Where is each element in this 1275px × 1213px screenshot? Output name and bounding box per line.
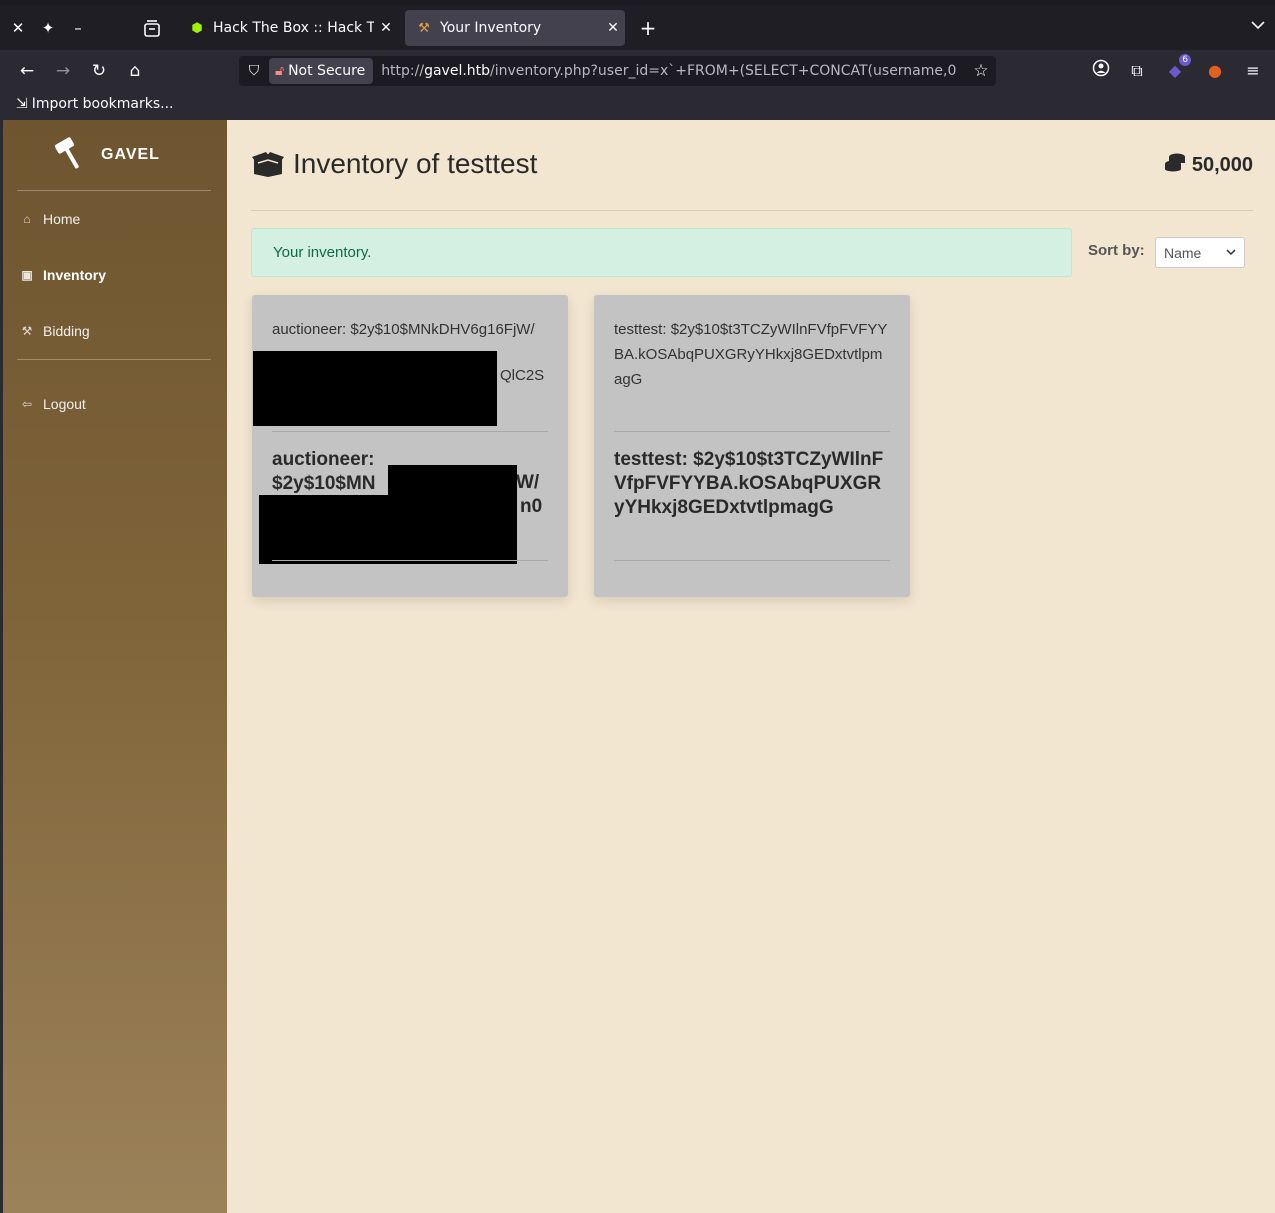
brand-name: GAVEL — [101, 146, 160, 163]
card-title-fragment: W/ — [516, 472, 540, 493]
extension-gem-icon[interactable]: ◆ 6 — [1163, 54, 1191, 83]
tab-hackthebox[interactable]: ⬢ Hack The Box :: Hack The Box ✕ — [178, 10, 398, 46]
inventory-alert: Your inventory. — [251, 228, 1072, 277]
sidebar: GAVEL ⌂ Home ▣ Inventory ⚒ Bidding ⇦ Log… — [3, 120, 227, 1213]
url-bar[interactable]: ⛉ 🔓︎ Not Secure http://gavel.htb/invento… — [239, 56, 996, 86]
card-description: auctioneer: $2y$10$MNkDHV6g16FjW/ — [272, 317, 548, 342]
brand[interactable]: GAVEL — [53, 136, 160, 174]
page-viewport: GAVEL ⌂ Home ▣ Inventory ⚒ Bidding ⇦ Log… — [3, 120, 1275, 1213]
close-window-icon[interactable]: ✕ — [7, 17, 29, 39]
site-security-button[interactable]: 🔓︎ Not Secure — [269, 58, 374, 84]
gavel-logo-icon — [54, 137, 79, 169]
broken-lock-icon: 🔓︎ — [275, 63, 285, 79]
card-divider — [272, 431, 548, 432]
home-icon[interactable]: ⌂ — [123, 59, 147, 83]
redaction-box — [253, 351, 497, 426]
sidebar-item-bidding[interactable]: ⚒ Bidding — [19, 323, 90, 339]
close-tab-icon[interactable]: ✕ — [374, 20, 398, 36]
gavel-icon: ⚒ — [21, 324, 33, 338]
card-description-tail: QlC2S — [500, 367, 545, 384]
open-box-icon — [252, 152, 284, 177]
extension-fox-icon[interactable]: ● — [1203, 59, 1227, 83]
sort-selected-value: Name — [1164, 244, 1202, 261]
htb-cube-icon: ⬢ — [191, 20, 203, 36]
url-text[interactable]: http://gavel.htb/inventory.php?user_id=x… — [381, 63, 966, 79]
balance-value: 50,000 — [1191, 153, 1253, 176]
card-description-text: testtest: $2y$10$t3TCZyWIlnFVfpFVFYYBA.k… — [614, 321, 888, 388]
sidebar-item-label: Home — [43, 211, 81, 227]
sidebar-divider — [17, 359, 211, 360]
card-divider — [614, 431, 890, 432]
card-description: testtest: $2y$10$t3TCZyWIlnFVfpFVFYYBA.k… — [614, 317, 890, 392]
tab-groups-icon[interactable] — [140, 17, 164, 41]
sidebar-divider — [17, 190, 211, 191]
inventory-card[interactable]: auctioneer: $2y$10$MNkDHV6g16FjW/ QlC2S … — [252, 295, 568, 597]
logout-icon: ⇦ — [21, 397, 33, 411]
page-title: Inventory of testtest — [293, 148, 538, 179]
extensions-icon[interactable]: ⧉ — [1125, 59, 1149, 83]
forward-icon[interactable]: → — [51, 59, 75, 83]
sort-select[interactable]: Name — [1155, 237, 1245, 268]
tab-bar: ✕ ✦ – ⬢ Hack The Box :: Hack The Box ✕ ⚒… — [0, 5, 1275, 50]
alert-text: Your inventory. — [273, 244, 372, 261]
import-bookmarks-label: Import bookmarks... — [31, 96, 174, 112]
close-tab-icon[interactable]: ✕ — [601, 20, 625, 36]
sidebar-item-label: Inventory — [43, 267, 107, 283]
sidebar-item-label: Bidding — [43, 323, 90, 339]
redaction-box — [259, 495, 517, 564]
url-path: /inventory.php?user_id=x`+FROM+(SELECT+C… — [490, 63, 957, 79]
tab-label: Hack The Box :: Hack The Box — [213, 20, 374, 36]
sidebar-item-inventory[interactable]: ▣ Inventory — [19, 267, 106, 283]
sidebar-item-logout[interactable]: ⇦ Logout — [19, 396, 86, 412]
chevron-down-icon — [1226, 249, 1236, 256]
home-icon: ⌂ — [23, 212, 31, 226]
import-icon: ⇲ — [16, 96, 28, 112]
url-host: gavel.htb — [424, 63, 491, 79]
navigation-toolbar: ← → ↻ ⌂ ⛉ 🔓︎ Not Secure http://gavel.htb… — [0, 50, 1275, 92]
header-divider — [251, 210, 1253, 211]
sort-label: Sort by: — [1088, 242, 1145, 259]
page-header: Inventory of testtest — [251, 144, 1253, 184]
tracking-shield-icon[interactable]: ⛉ — [239, 63, 269, 79]
account-icon[interactable] — [1089, 59, 1113, 83]
extension-badge: 6 — [1179, 54, 1191, 66]
maximize-window-icon[interactable]: ✦ — [37, 17, 59, 39]
new-tab-icon[interactable]: + — [636, 17, 660, 39]
tab-label: Your Inventory — [440, 20, 542, 36]
inventory-card[interactable]: testtest: $2y$10$t3TCZyWIlnFVfpFVFYYBA.k… — [594, 295, 910, 597]
balance: 50,000 — [1164, 152, 1253, 178]
list-all-tabs-icon[interactable] — [1251, 19, 1265, 34]
back-icon[interactable]: ← — [15, 59, 39, 83]
url-prefix: http:// — [381, 63, 425, 79]
gavel-favicon-icon: ⚒ — [418, 20, 430, 36]
card-divider — [614, 560, 890, 561]
menu-icon[interactable]: ≡ — [1241, 59, 1265, 83]
reload-icon[interactable]: ↻ — [87, 59, 111, 83]
card-description-text: auctioneer: $2y$10$MNkDHV6g16FjW/ — [272, 321, 535, 338]
sidebar-item-label: Logout — [43, 396, 86, 412]
coins-icon — [1164, 152, 1186, 178]
bookmarks-toolbar: ⇲ Import bookmarks... — [0, 92, 1275, 120]
import-bookmarks-item[interactable]: ⇲ Import bookmarks... — [16, 96, 174, 112]
card-title: testtest: $2y$10$t3TCZyWIlnFVfpFVFYYBA.k… — [614, 449, 884, 518]
card-divider — [272, 560, 548, 561]
sidebar-item-home[interactable]: ⌂ Home — [19, 211, 80, 227]
minimize-window-icon[interactable]: – — [67, 17, 89, 39]
card-title-fragment: n0 — [520, 496, 543, 517]
bookmark-star-icon[interactable]: ☆ — [966, 61, 996, 81]
tab-inventory[interactable]: ⚒ Your Inventory ✕ — [405, 10, 625, 46]
not-secure-label: Not Secure — [288, 63, 366, 79]
box-icon: ▣ — [21, 268, 33, 282]
